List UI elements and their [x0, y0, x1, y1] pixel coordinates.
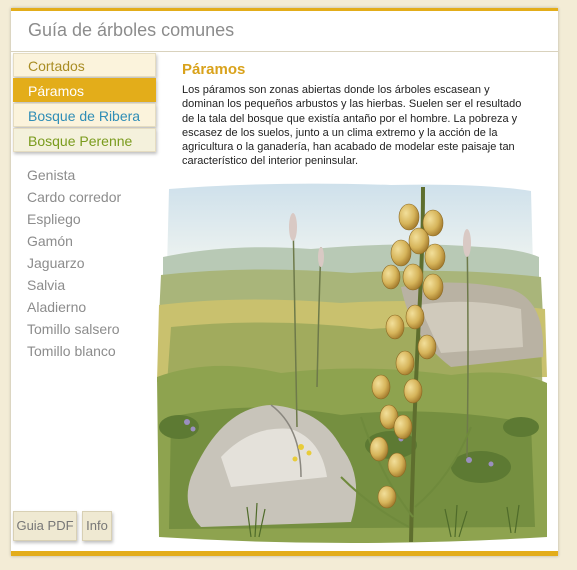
plant-item-cardo-corredor[interactable]: Cardo corredor	[27, 186, 121, 208]
title-divider	[11, 51, 558, 52]
plant-item-aladierno[interactable]: Aladierno	[27, 296, 121, 318]
content-description: Los páramos son zonas abiertas donde los…	[182, 84, 522, 168]
info-button[interactable]: Info	[82, 511, 112, 541]
content-title: Páramos	[182, 61, 246, 78]
paramo-landscape-illustration	[157, 183, 547, 543]
plant-item-salvia[interactable]: Salvia	[27, 274, 121, 296]
category-tab-bosque-de-ribera[interactable]: Bosque de Ribera	[13, 103, 156, 127]
plant-list: Genista Cardo corredor Espliego Gamón Ja…	[27, 164, 121, 362]
plant-item-tomillo-salsero[interactable]: Tomillo salsero	[27, 318, 121, 340]
category-tab-cortados[interactable]: Cortados	[13, 53, 156, 77]
app-title: Guía de árboles comunes	[28, 20, 235, 40]
guia-pdf-button[interactable]: Guia PDF	[13, 511, 77, 541]
category-tab-paramos[interactable]: Páramos	[13, 78, 156, 102]
plant-item-gamon[interactable]: Gamón	[27, 230, 121, 252]
plant-item-tomillo-blanco[interactable]: Tomillo blanco	[27, 340, 121, 362]
app-window: Guía de árboles comunes Cortados Páramos…	[11, 8, 558, 556]
plant-item-espliego[interactable]: Espliego	[27, 208, 121, 230]
plant-item-jaguarzo[interactable]: Jaguarzo	[27, 252, 121, 274]
plant-item-genista[interactable]: Genista	[27, 164, 121, 186]
category-tab-bosque-perenne[interactable]: Bosque Perenne	[13, 128, 156, 152]
